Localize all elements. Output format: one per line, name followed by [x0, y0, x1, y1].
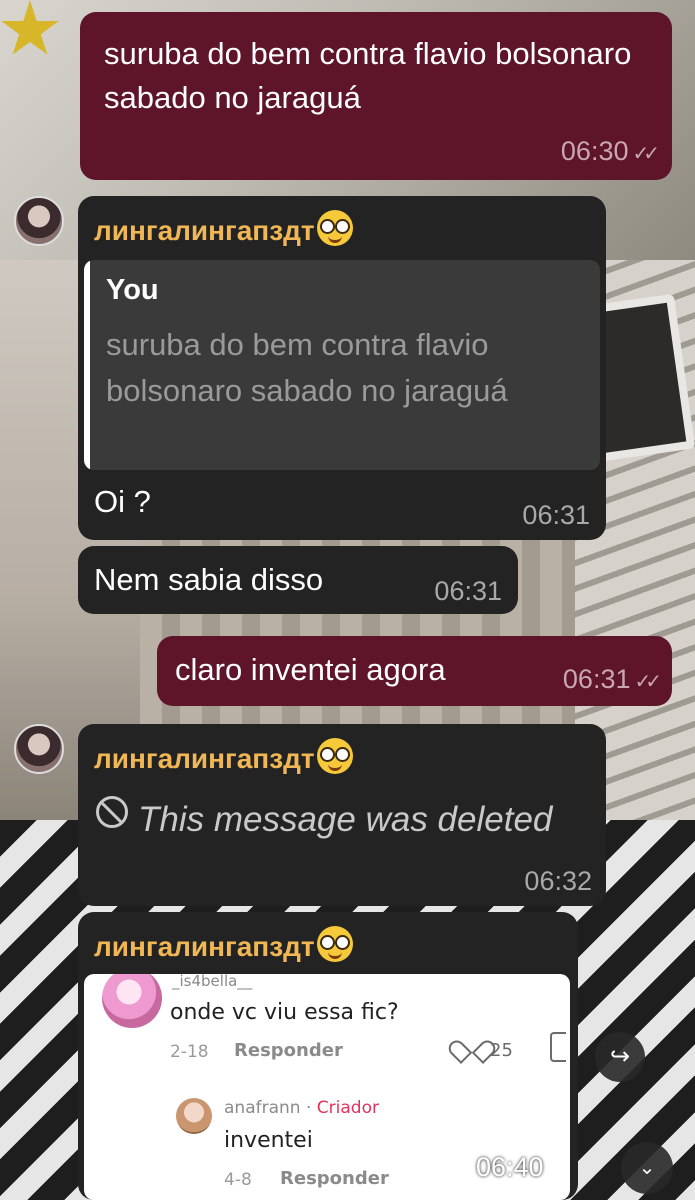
comment-username: _is4bella__: [172, 974, 253, 990]
message-time: 06:40: [476, 1152, 544, 1182]
sender-name-text: лингалингапздт: [94, 215, 315, 246]
sender-name[interactable]: лингалингапздт: [94, 738, 353, 775]
separator-dot: ·: [305, 1098, 312, 1118]
reply-text: suruba do bem contra flavio bolsonaro sa…: [106, 327, 508, 408]
sender-avatar[interactable]: [14, 724, 64, 774]
message-time: 06:31: [434, 576, 502, 606]
comment-text: onde vc viu essa fic?: [170, 1000, 399, 1025]
commenter-avatar: [102, 974, 162, 1028]
incoming-message-deleted[interactable]: лингалингапздт This message was deleted …: [78, 724, 606, 906]
message-text: Oi ?: [94, 484, 151, 519]
reply-date: 4-8: [224, 1170, 252, 1190]
reply-text: inventei: [224, 1128, 313, 1153]
incoming-message[interactable]: лингалингапздт You suruba do bem contra …: [78, 196, 606, 540]
heart-icon: [458, 1042, 480, 1062]
message-time: 06:31 ✓✓: [562, 664, 662, 695]
reply-username: anafrann · Criador: [224, 1098, 379, 1118]
message-text: suruba do bem contra flavio bolsonaro sa…: [104, 36, 632, 115]
double-check-icon: ✓✓: [632, 143, 659, 165]
reply-reply-button: Responder: [280, 1168, 389, 1189]
forward-icon[interactable]: ↪: [595, 1032, 645, 1082]
dislike-icon: [550, 1032, 566, 1062]
incoming-message[interactable]: Nem sabia disso 06:31: [78, 546, 518, 614]
double-check-icon: ✓✓: [634, 671, 661, 693]
deleted-message-icon: [96, 796, 128, 828]
sender-avatar[interactable]: [14, 196, 64, 246]
sender-name[interactable]: лингалингапздт: [94, 926, 353, 963]
comment-reply-button: Responder: [234, 1040, 343, 1061]
incoming-message-image[interactable]: лингалингапздт _is4bella__ onde vc viu e…: [78, 912, 578, 1200]
reply-author: You: [106, 274, 159, 306]
outgoing-message[interactable]: suruba do bem contra flavio bolsonaro sa…: [80, 12, 672, 180]
comment-date: 2-18: [170, 1042, 209, 1062]
chevron-down-icon[interactable]: ⌄: [621, 1142, 673, 1194]
creator-badge: Criador: [316, 1098, 379, 1118]
nerd-face-emoji-icon: [316, 210, 353, 246]
creator-avatar: [176, 1098, 212, 1134]
reply-quote-bar: [84, 260, 90, 470]
message-time-text: 06:31: [562, 664, 631, 694]
message-text: claro inventei agora: [175, 652, 446, 687]
nerd-face-emoji-icon: [316, 926, 353, 962]
nerd-face-emoji-icon: [316, 738, 353, 774]
message-time: 06:31: [522, 500, 590, 530]
message-time: 06:30 ✓✓: [560, 136, 660, 167]
reply-quote[interactable]: You suruba do bem contra flavio bolsonar…: [84, 260, 600, 470]
message-time: 06:32: [524, 866, 592, 896]
sender-name-text: лингалингапздт: [94, 931, 315, 962]
sender-name[interactable]: лингалингапздт: [94, 210, 353, 247]
sender-name-text: лингалингапздт: [94, 743, 315, 774]
message-text: Nem sabia disso: [94, 562, 324, 597]
message-time-text: 06:30: [560, 136, 629, 166]
comment-like-count: 25: [490, 1040, 513, 1061]
outgoing-message[interactable]: claro inventei agora 06:31 ✓✓: [157, 636, 672, 706]
reply-username-text: anafrann: [224, 1098, 301, 1118]
deleted-message-text: This message was deleted: [138, 800, 553, 839]
